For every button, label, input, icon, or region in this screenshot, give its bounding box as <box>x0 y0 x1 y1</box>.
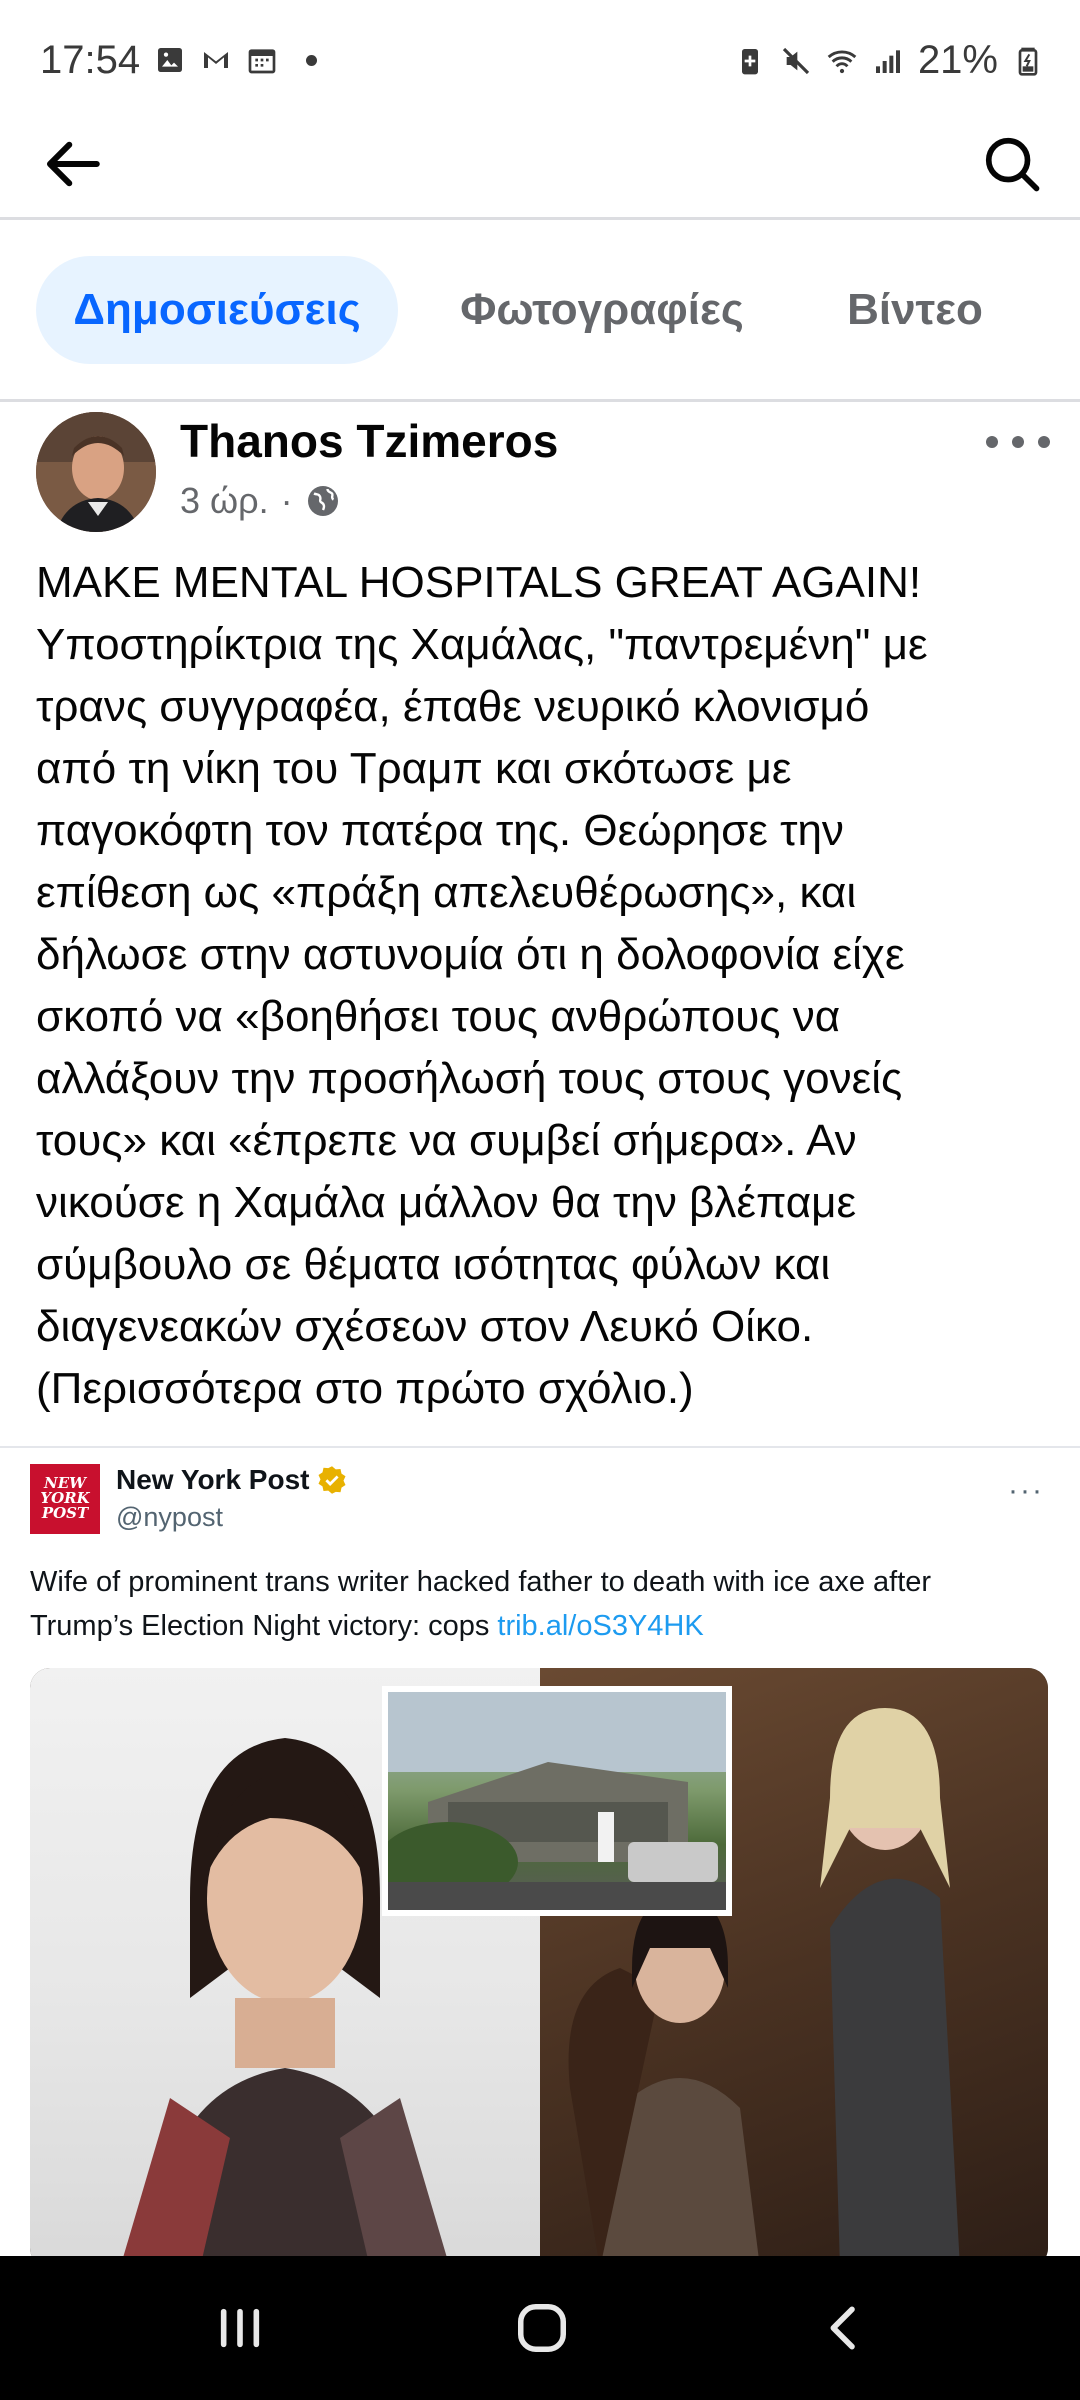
arrow-left-icon <box>46 141 100 187</box>
status-time: 17:54 <box>40 38 141 82</box>
more-dot <box>986 436 998 448</box>
photo-icon <box>158 48 182 72</box>
house-photo <box>378 1686 732 1916</box>
nypost-logo: NEW YORK POST <box>30 1464 100 1534</box>
battery-saver-icon <box>741 48 758 74</box>
gmail-icon <box>204 52 228 68</box>
more-dot <box>1012 436 1024 448</box>
battery-percent: 21% <box>917 38 998 82</box>
home-icon <box>518 2304 566 2352</box>
tweet-author-name: New York Post <box>116 1464 310 1495</box>
post-meta: 3 ώρ. · <box>180 480 341 522</box>
back-icon <box>830 2306 855 2350</box>
meta-separator: · <box>280 480 293 521</box>
back-button[interactable] <box>32 124 112 204</box>
avatar-photo <box>36 412 156 532</box>
verified-badge-icon <box>318 1466 346 1494</box>
tweet-handle: @nypost <box>116 1502 223 1532</box>
more-dot <box>1038 436 1050 448</box>
status-notification-icons <box>154 44 317 76</box>
profile-tabs: Δημοσιεύσεις Φωτογραφίες Βίντεο <box>0 222 1080 402</box>
app-header <box>0 120 1080 220</box>
post-time[interactable]: 3 ώρ. <box>180 480 269 522</box>
status-bar: 17:54 21% <box>0 0 1080 120</box>
recents-button[interactable] <box>195 2288 285 2368</box>
wifi-icon <box>827 49 857 73</box>
avatar[interactable] <box>36 412 156 532</box>
signal-icon <box>875 49 900 73</box>
recents-icon <box>220 2308 260 2348</box>
tweet-more-icon: ··· <box>1008 1474 1044 1507</box>
notification-dot <box>306 54 317 66</box>
system-nav-bar <box>0 2256 1080 2400</box>
tweet-photo-collage <box>30 1668 1048 2256</box>
globe-icon <box>307 486 338 516</box>
post-header: Thanos Tzimeros 3 ώρ. · <box>0 410 1080 540</box>
search-icon <box>985 137 1040 192</box>
home-button[interactable] <box>497 2288 587 2368</box>
post-image[interactable]: NEW YORK POST New York Post @nypost ··· Wi… <box>0 1446 1080 2256</box>
search-button[interactable] <box>972 124 1052 204</box>
calendar-icon <box>248 49 276 74</box>
tab-posts[interactable]: Δημοσιεύσεις <box>36 256 398 364</box>
tweet-author: New York Post <box>116 1464 347 1496</box>
battery-icon <box>1018 47 1038 76</box>
post-text: MAKE MENTAL HOSPITALS GREAT AGAIN! Υποστ… <box>36 558 928 1413</box>
tab-photos[interactable]: Φωτογραφίες <box>432 256 772 364</box>
nav-back-button[interactable] <box>800 2288 890 2368</box>
tweet-body: Wife of prominent trans writer hacked fa… <box>30 1566 932 1642</box>
status-system-icons: 21% <box>734 38 1044 83</box>
tab-videos[interactable]: Βίντεο <box>810 256 1020 364</box>
tweet-text: Wife of prominent trans writer hacked fa… <box>30 1560 1040 1648</box>
author-name[interactable]: Thanos Tzimeros <box>180 414 558 468</box>
post-more-button[interactable] <box>986 422 1050 462</box>
tweet-link: trib.al/oS3Y4HK <box>497 1610 704 1642</box>
mute-icon <box>782 47 810 74</box>
